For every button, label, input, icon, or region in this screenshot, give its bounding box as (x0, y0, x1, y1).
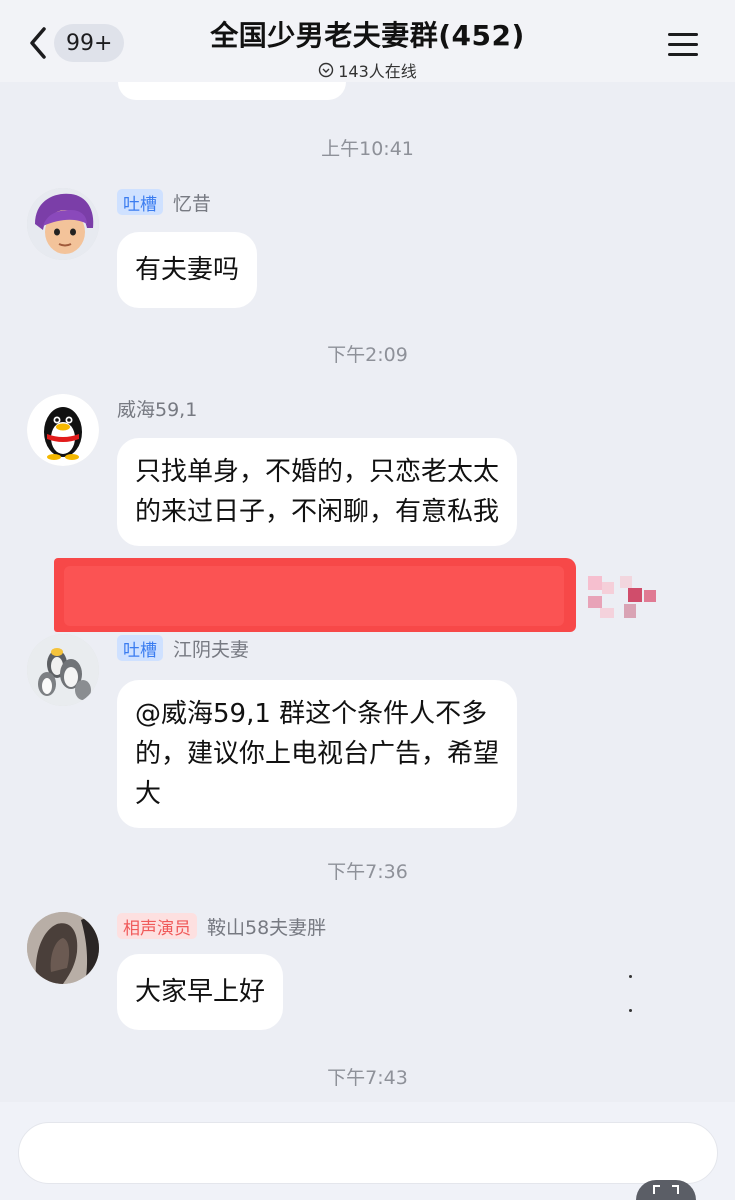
online-count: 143人在线 (338, 62, 417, 81)
chat-header: 99+ 全国少男老夫妻群(452) 143人在线 (0, 0, 735, 82)
sender-name[interactable]: 威海59,1 (117, 395, 197, 422)
message-text: 有夫妻吗 (135, 255, 240, 285)
avatar[interactable] (27, 188, 99, 260)
fullscreen-button[interactable] (636, 1180, 696, 1200)
message-meta: 吐槽 忆昔 (117, 188, 211, 216)
menu-icon (668, 33, 698, 36)
chat-screen: 99+ 全国少男老夫妻群(452) 143人在线 上午10:41 吐槽 忆昔 有… (0, 0, 735, 1200)
avatar[interactable] (27, 394, 99, 466)
message-text-line: 的来过日子，不闲聊，有意私我 (135, 497, 500, 527)
message-meta: 吐槽 江阴夫妻 (117, 634, 249, 662)
avatar[interactable] (27, 634, 99, 706)
penguins-avatar-icon (27, 634, 99, 706)
message-bubble[interactable]: 有夫妻吗 (117, 232, 258, 308)
timestamp: 下午2:09 (327, 344, 408, 366)
menu-button[interactable] (664, 26, 704, 62)
timestamp: 下午7:36 (327, 861, 408, 883)
member-title-badge: 吐槽 (117, 189, 163, 215)
previous-message-bubble[interactable] (118, 82, 346, 100)
input-bar (0, 1102, 735, 1200)
timestamp: 上午10:41 (321, 138, 414, 160)
group-title: 全国少男老夫妻群(452) (210, 19, 525, 52)
online-indicator-icon (319, 62, 334, 78)
sender-name[interactable]: 鞍山58夫妻胖 (207, 913, 326, 940)
penguin-avatar-icon (27, 394, 99, 466)
avatar[interactable] (27, 912, 99, 984)
expand-icon (653, 1185, 679, 1194)
message-text: 大家早上好 (135, 977, 266, 1007)
back-button[interactable]: 99+ (22, 20, 132, 66)
message-meta: 相声演员 鞍山58夫妻胖 (117, 912, 326, 940)
chevron-left-icon (30, 27, 46, 59)
message-meta: 威海59,1 (117, 394, 197, 422)
sender-name[interactable]: 忆昔 (173, 189, 211, 216)
message-text-line: @威海59,1 群这个条件人不多 (135, 699, 488, 729)
online-status: 143人在线 (150, 58, 585, 82)
redaction-overlay (54, 558, 576, 632)
message-text-line: 的，建议你上电视台广告，希望 (135, 739, 500, 769)
sender-name[interactable]: 江阴夫妻 (173, 635, 249, 662)
message-bubble[interactable]: @威海59,1 群这个条件人不多 的，建议你上电视台广告，希望 大 (117, 680, 518, 828)
message-input[interactable] (18, 1122, 718, 1184)
member-title-badge: 相声演员 (117, 913, 197, 939)
unread-count-badge: 99+ (54, 24, 125, 62)
message-list[interactable]: 上午10:41 吐槽 忆昔 有夫妻吗 下午2:09 威海59,1 只找单身，不婚… (0, 82, 735, 1102)
photo-avatar-icon (27, 912, 99, 984)
title-area[interactable]: 全国少男老夫妻群(452) 143人在线 (150, 14, 585, 82)
timestamp: 下午7:43 (327, 1067, 408, 1089)
message-text-line: 只找单身，不婚的，只恋老太太 (135, 457, 500, 487)
message-text-line: 大 (135, 779, 162, 809)
message-bubble[interactable]: 大家早上好 (117, 954, 284, 1030)
cartoon-avatar-icon (27, 188, 99, 260)
member-title-badge: 吐槽 (117, 635, 163, 661)
message-bubble[interactable]: 只找单身，不婚的，只恋老太太 的来过日子，不闲聊，有意私我 (117, 438, 518, 546)
